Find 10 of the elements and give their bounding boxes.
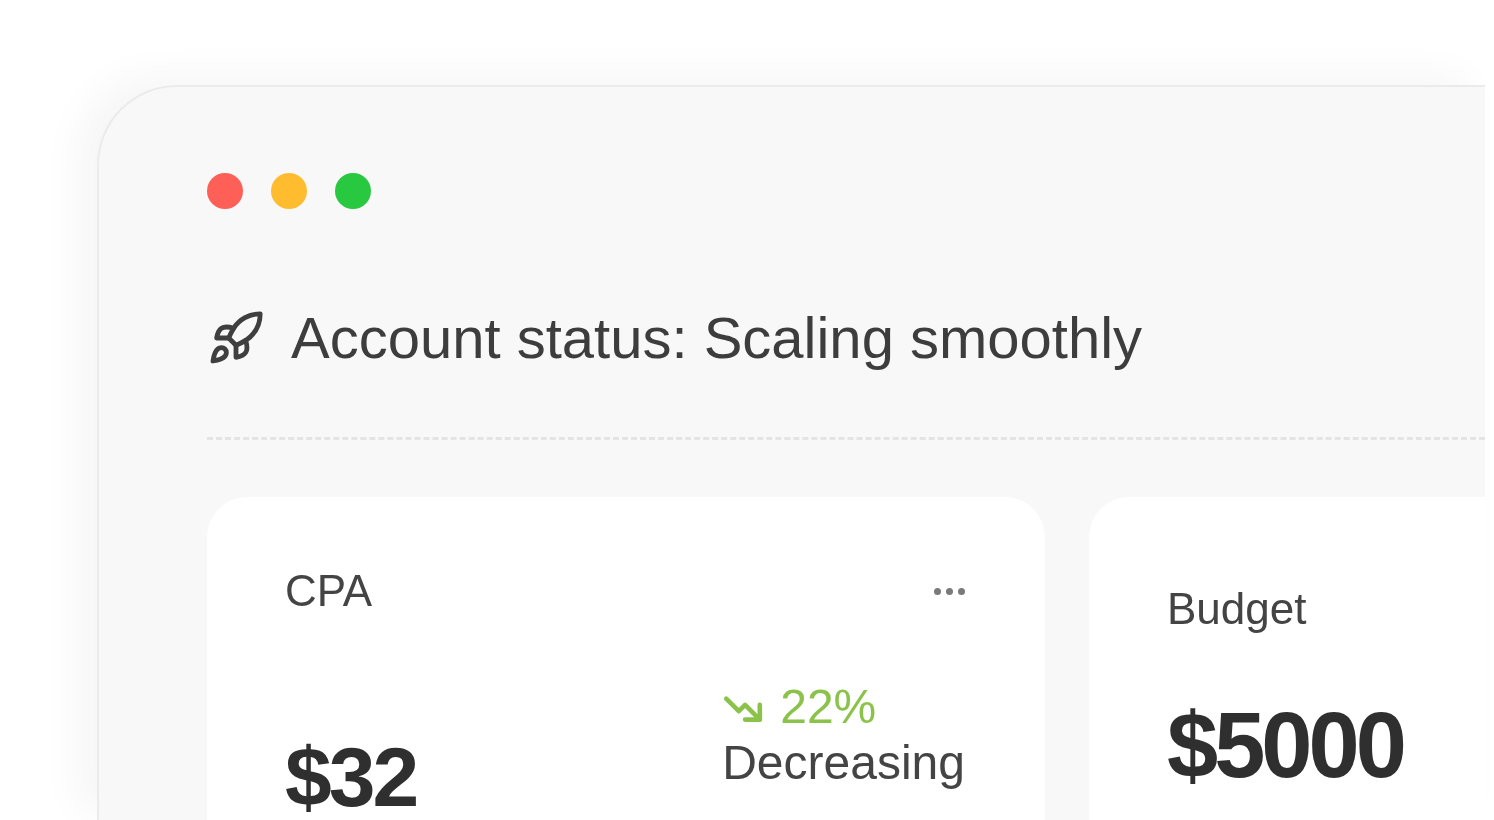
metric-label: Budget xyxy=(1167,587,1307,631)
metric-value: $5000 xyxy=(1167,699,1403,791)
trend-text: Decreasing xyxy=(722,739,965,787)
window-control-button[interactable] xyxy=(271,173,307,209)
window-control-button[interactable] xyxy=(335,173,371,209)
metric-label: CPA xyxy=(285,569,373,613)
window-control-button[interactable] xyxy=(207,173,243,209)
more-options-icon[interactable] xyxy=(934,587,965,595)
metric-value: $32 xyxy=(285,735,417,819)
trend-percentage: 22% xyxy=(780,683,877,731)
